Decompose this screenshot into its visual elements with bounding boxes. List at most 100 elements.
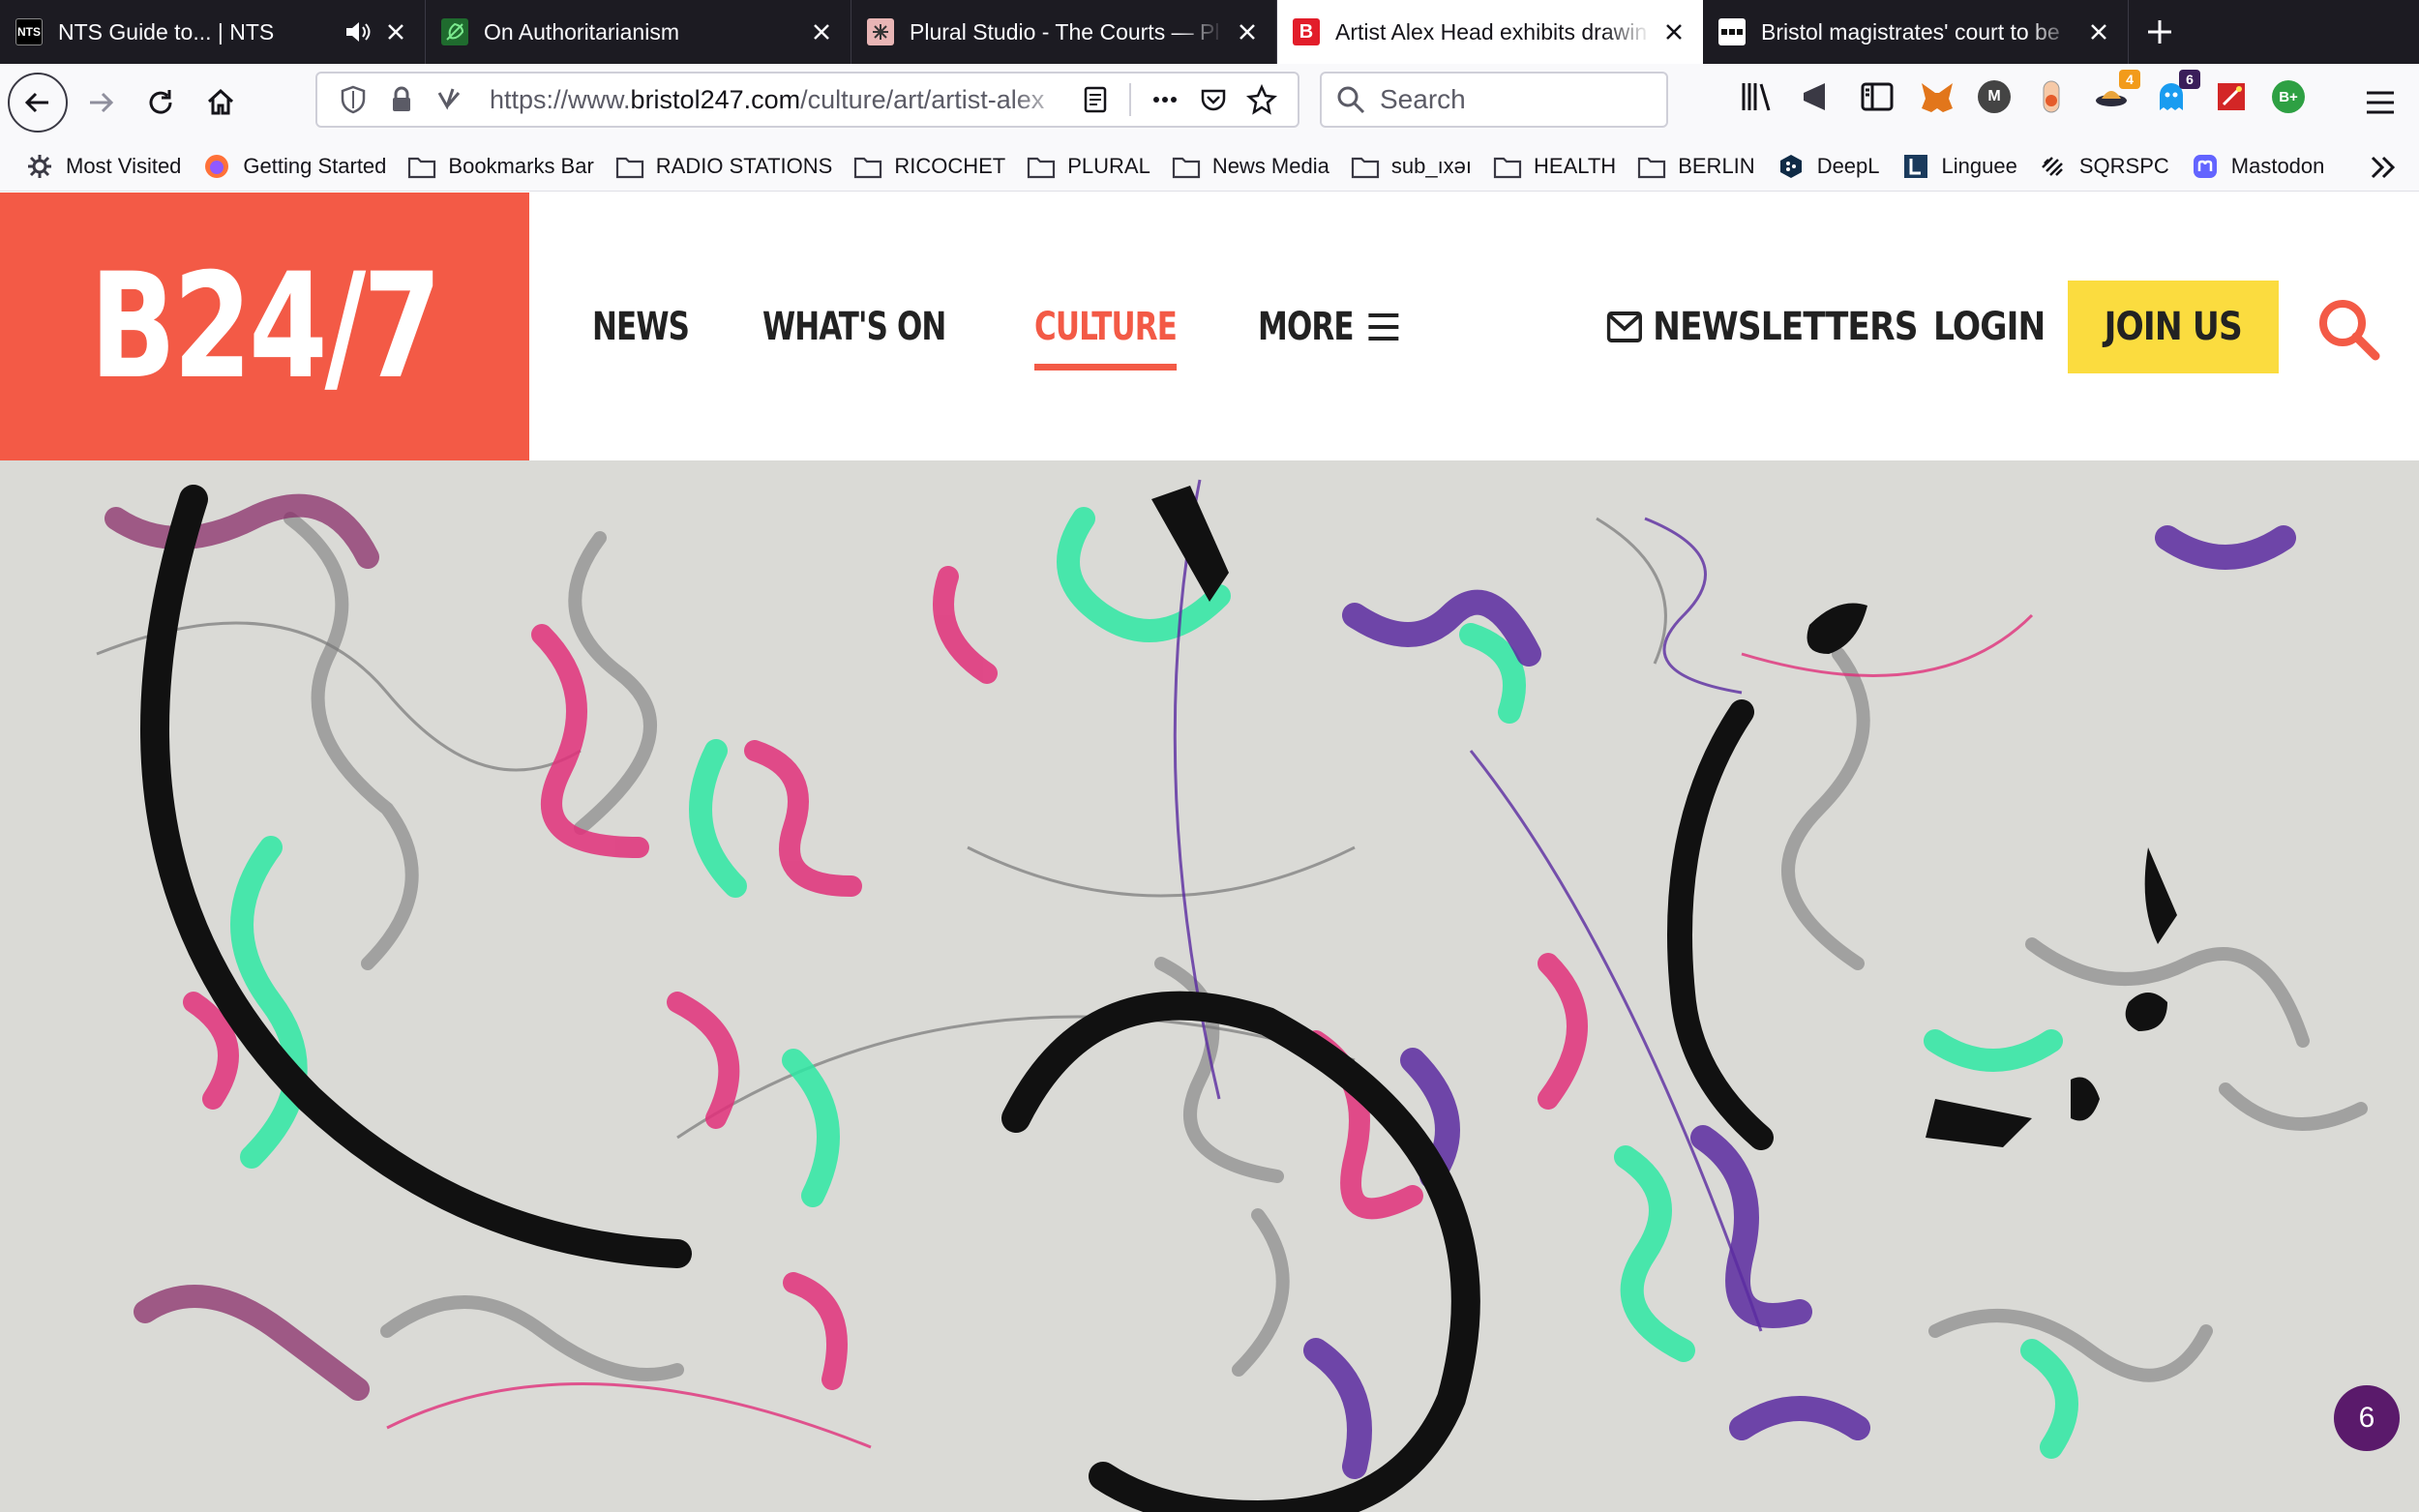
site-logo[interactable]: B24/7 — [0, 193, 529, 460]
bookmark-most-visited[interactable]: Most Visited — [25, 154, 181, 179]
tab-strip: NTS NTS Guide to... | NTS On Authoritari… — [0, 0, 2419, 64]
m-extension-label: M — [1987, 88, 2001, 104]
back-button[interactable] — [8, 73, 68, 133]
ufo-extension-icon[interactable]: 4 — [2092, 70, 2140, 116]
bookmark-folder-plural[interactable]: PLURAL — [1027, 154, 1150, 179]
envelope-icon — [1606, 311, 1642, 342]
page-actions-icon[interactable] — [1149, 83, 1181, 116]
bookmark-label: RICOCHET — [894, 153, 1006, 178]
bookmark-getting-started[interactable]: Getting Started — [202, 154, 386, 179]
bookmark-folder-health[interactable]: HEALTH — [1493, 154, 1616, 179]
bookmark-folder-news-media[interactable]: News Media — [1172, 154, 1329, 179]
toggle-extension-icon[interactable] — [2032, 77, 2071, 116]
hero-artwork-image: 6 — [0, 460, 2419, 1512]
close-tab-icon[interactable] — [808, 18, 835, 45]
nav-news[interactable]: NEWS — [592, 305, 690, 349]
close-tab-icon[interactable] — [1234, 18, 1261, 45]
url-domain: bristol247.com — [630, 84, 801, 114]
tab-nts[interactable]: NTS NTS Guide to... | NTS — [0, 0, 426, 64]
hamburger-menu-icon[interactable] — [2361, 83, 2400, 122]
address-bar[interactable]: https://www.bristol247.com/culture/art/a… — [315, 72, 1299, 128]
folder-icon — [854, 157, 882, 178]
new-tab-button[interactable] — [2129, 0, 2191, 64]
bookmark-mastodon[interactable]: Mastodon — [2191, 153, 2325, 179]
bookmark-label: Mastodon — [2230, 153, 2325, 178]
m-extension-icon[interactable]: M — [1978, 80, 2011, 113]
reader-view-icon[interactable] — [1079, 83, 1112, 116]
newsletters-link[interactable]: NEWSLETTERS — [1606, 305, 1918, 349]
sidebar-icon[interactable] — [1858, 77, 1896, 116]
search-bar[interactable]: Search — [1320, 72, 1668, 128]
red-wand-extension-icon[interactable] — [2212, 77, 2251, 116]
url-text[interactable]: https://www.bristol247.com/culture/art/a… — [490, 85, 1071, 115]
tab-authoritarianism[interactable]: On Authoritarianism — [426, 0, 851, 64]
tab-title: Bristol magistrates' court to be — [1761, 18, 2060, 44]
gear-icon — [28, 154, 51, 178]
chevron-double-right-icon[interactable] — [2367, 151, 2400, 184]
ghost-extension-icon[interactable]: 6 — [2152, 70, 2200, 116]
login-link[interactable]: LOGIN — [1933, 305, 2046, 349]
bookmark-sqrspc[interactable]: SQRSPC — [2039, 154, 2169, 179]
folder-icon — [1351, 157, 1379, 178]
forward-button[interactable] — [74, 75, 128, 130]
home-button[interactable] — [194, 75, 248, 130]
bookmark-linguee[interactable]: Linguee — [1901, 154, 2017, 179]
folder-icon — [1172, 157, 1200, 178]
site-search-icon[interactable] — [2314, 295, 2382, 363]
news-favicon-icon — [1718, 18, 1746, 45]
shield-icon[interactable] — [337, 83, 370, 116]
folder-icon — [1493, 157, 1522, 178]
tab-title: NTS Guide to... | NTS — [58, 18, 275, 44]
megaphone-icon[interactable] — [1798, 77, 1837, 116]
tab-title: Plural Studio - The Courts — Pl — [910, 18, 1220, 44]
close-tab-icon[interactable] — [2085, 18, 2112, 45]
nav-more[interactable]: MORE — [1258, 305, 1400, 349]
lock-icon[interactable] — [385, 83, 418, 116]
tab-magistrates[interactable]: Bristol magistrates' court to be — [1703, 0, 2129, 64]
bookmark-label: Most Visited — [66, 153, 182, 178]
firefox-icon — [205, 154, 229, 178]
search-icon — [1337, 86, 1365, 114]
main-navigation: NEWS WHAT'S ON CULTURE MORE — [592, 193, 1480, 460]
bplus-extension-icon[interactable]: B+ — [2272, 80, 2305, 113]
tab-plural[interactable]: Plural Studio - The Courts — Pl — [851, 0, 1277, 64]
bookmarks-toolbar: Most Visited Getting Started Bookmarks B… — [0, 141, 2419, 192]
toolbar-extensions: M 4 6 B+ — [1738, 70, 2326, 116]
bookmark-deepl[interactable]: DeepL — [1777, 154, 1880, 179]
bookmark-folder-ricochet[interactable]: RICOCHET — [853, 154, 1005, 179]
b247-favicon-icon: B — [1293, 18, 1320, 45]
arrow-left-icon — [24, 92, 48, 113]
search-placeholder: Search — [1380, 84, 1466, 114]
bookmark-label: PLURAL — [1067, 153, 1150, 178]
library-icon[interactable] — [1738, 77, 1777, 116]
url-prefix: https://www. — [490, 84, 631, 114]
bookmark-label: RADIO STATIONS — [655, 153, 833, 178]
nav-culture[interactable]: CULTURE — [1033, 305, 1178, 371]
bookmark-label: News Media — [1211, 153, 1329, 178]
close-tab-icon[interactable] — [1660, 18, 1687, 45]
folder-icon — [1638, 157, 1666, 178]
tab-title: Artist Alex Head exhibits drawin — [1335, 18, 1648, 44]
close-tab-icon[interactable] — [382, 18, 409, 45]
bookmark-folder-radio-stations[interactable]: RADIO STATIONS — [615, 153, 833, 179]
folder-icon — [408, 157, 436, 178]
bookmark-folder-sub[interactable]: sub_ıxǝı — [1351, 154, 1472, 179]
reload-button[interactable] — [134, 75, 188, 130]
notification-counter-badge[interactable]: 6 — [2334, 1385, 2400, 1451]
nav-whats-on[interactable]: WHAT'S ON — [762, 305, 946, 349]
metamask-fox-icon[interactable] — [1918, 77, 1956, 116]
speaker-icon[interactable] — [343, 18, 373, 45]
bookmark-folder-bookmarks-bar[interactable]: Bookmarks Bar — [407, 154, 594, 179]
bookmark-label: BERLIN — [1678, 153, 1755, 178]
bookmark-label: HEALTH — [1534, 153, 1617, 178]
pocket-icon[interactable] — [1197, 83, 1230, 116]
nts-favicon-icon: NTS — [15, 18, 43, 45]
join-us-button[interactable]: JOIN US — [2068, 281, 2279, 373]
bookmark-label: DeepL — [1816, 153, 1880, 178]
arrow-right-icon — [90, 92, 114, 113]
permissions-icon[interactable] — [433, 83, 466, 116]
abstract-drawing — [0, 460, 2419, 1512]
bookmark-star-icon[interactable] — [1245, 83, 1278, 116]
bookmark-folder-berlin[interactable]: BERLIN — [1637, 153, 1755, 179]
tab-bristol247-active[interactable]: B Artist Alex Head exhibits drawin — [1277, 0, 1703, 64]
